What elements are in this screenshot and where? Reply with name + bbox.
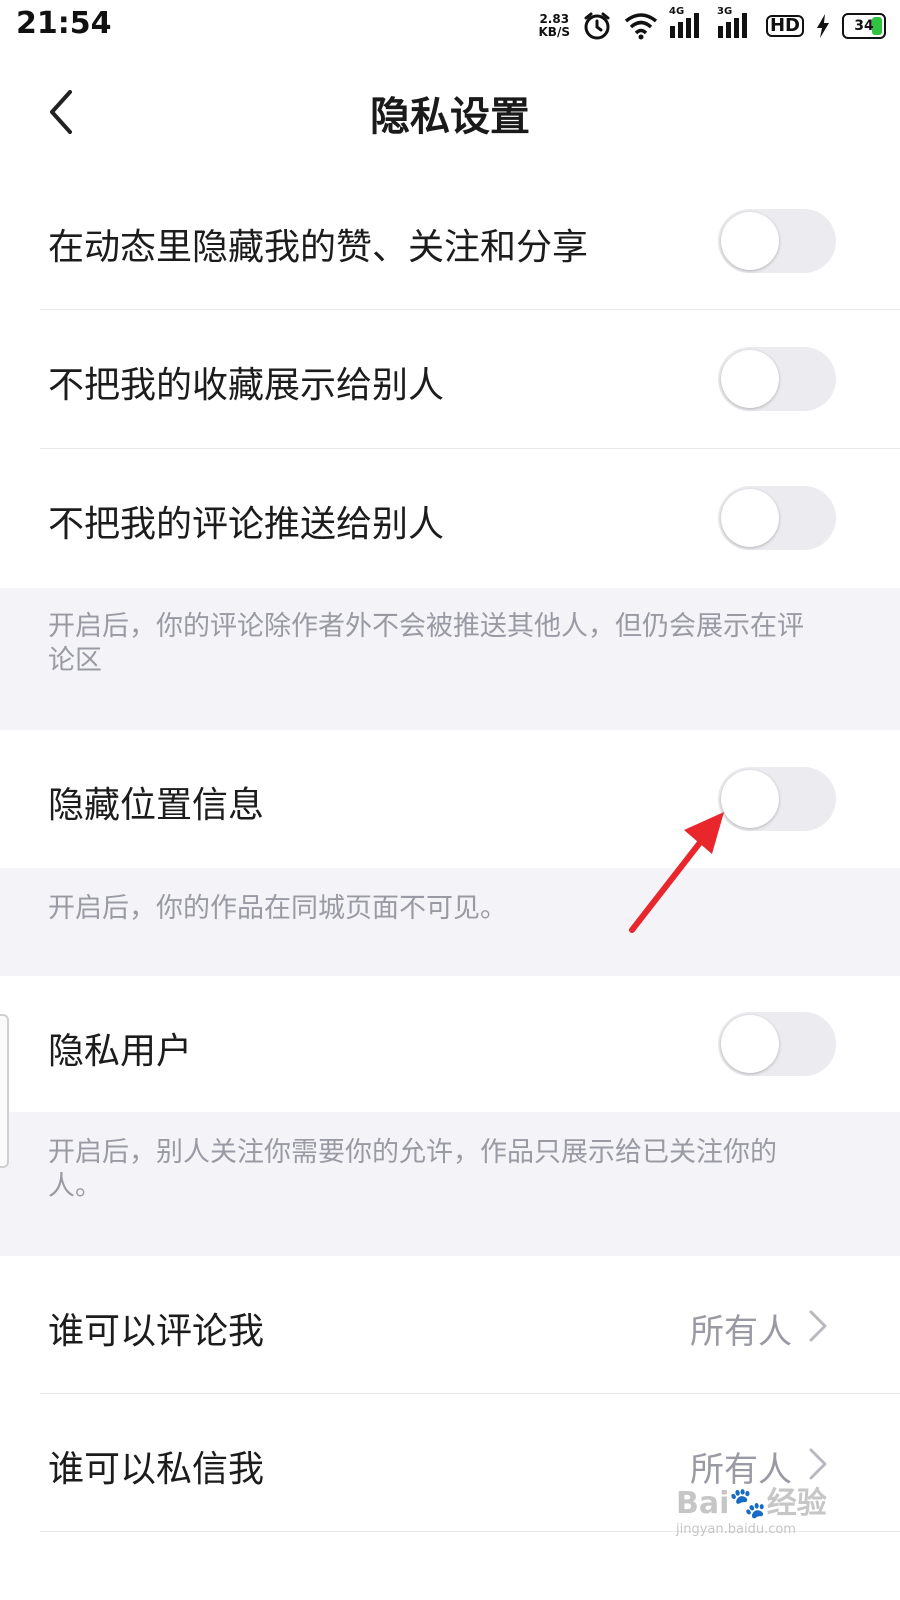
watermark-main: Bai🐾经验 <box>676 1486 827 1521</box>
status-bar: 21:54 2.83 KB/S 4G 3G HD 34 <box>0 0 900 54</box>
hide-activity-toggle[interactable] <box>718 209 836 273</box>
network-speed: 2.83 KB/S <box>539 13 570 39</box>
baidu-watermark: Bai🐾经验 jingyan.baidu.com <box>676 1478 846 1537</box>
status-icons: 2.83 KB/S 4G 3G HD 34 <box>539 6 886 44</box>
private-user-note-section: 开启后，别人关注你需要你的允许，作品只展示给已关注你的人。 <box>0 1112 900 1256</box>
hide-location-note: 开启后，你的作品在同城页面不可见。 <box>48 893 507 924</box>
alarm-icon <box>584 12 610 40</box>
network-type-4g: 4G <box>668 6 685 17</box>
setting-label: 隐藏位置信息 <box>48 785 265 826</box>
setting-label: 谁可以评论我 <box>48 1311 265 1352</box>
signal-4g: 4G <box>669 6 706 42</box>
signal-3g: 3G <box>717 6 754 42</box>
private-user-toggle[interactable] <box>718 1012 836 1076</box>
hide-location-toggle[interactable] <box>718 767 836 831</box>
setting-row-hide-activity: 在动态里隐藏我的赞、关注和分享 <box>0 172 900 310</box>
toggle-knob <box>721 1015 779 1073</box>
setting-row-private-user: 隐私用户 <box>0 976 900 1112</box>
setting-row-hide-favorites: 不把我的收藏展示给别人 <box>0 310 900 449</box>
page-title: 隐私设置 <box>370 94 530 140</box>
setting-label: 隐私用户 <box>48 1031 193 1072</box>
setting-label: 不把我的评论推送给别人 <box>48 504 445 545</box>
hide-favorites-toggle[interactable] <box>718 347 836 411</box>
setting-label: 在动态里隐藏我的赞、关注和分享 <box>48 227 589 268</box>
setting-row-hide-comments: 不把我的评论推送给别人 <box>0 449 900 588</box>
toggle-knob <box>721 489 779 547</box>
charging-icon <box>817 14 829 38</box>
setting-label: 不把我的收藏展示给别人 <box>48 365 445 406</box>
network-speed-unit: KB/S <box>538 25 570 39</box>
chevron-right-icon <box>809 1310 827 1342</box>
setting-row-hide-location: 隐藏位置信息 <box>0 730 900 868</box>
toggle-knob <box>721 350 779 408</box>
who-can-comment-value: 所有人 <box>690 1312 792 1352</box>
watermark-sub: jingyan.baidu.com <box>676 1522 796 1537</box>
hide-location-note-section: 开启后，你的作品在同城页面不可见。 <box>0 868 900 976</box>
battery-level: 34 <box>854 18 874 34</box>
wifi-icon <box>624 13 658 40</box>
chevron-right-icon <box>809 1448 827 1480</box>
private-user-note: 开启后，别人关注你需要你的允许，作品只展示给已关注你的人。 <box>48 1137 777 1202</box>
toggle-knob <box>721 770 779 828</box>
battery-icon: 34 <box>842 13 886 39</box>
hide-comments-note-section: 开启后，你的评论除作者外不会被推送其他人，但仍会展示在评论区 <box>0 588 900 730</box>
nav-bar: 隐私设置 <box>0 54 900 173</box>
setting-label: 谁可以私信我 <box>48 1449 265 1490</box>
hide-comments-note: 开启后，你的评论除作者外不会被推送其他人，但仍会展示在评论区 <box>48 611 804 676</box>
hide-comments-toggle[interactable] <box>718 486 836 550</box>
setting-row-who-can-comment[interactable]: 谁可以评论我 所有人 <box>0 1256 900 1394</box>
network-type-3g: 3G <box>716 6 733 17</box>
toggle-knob <box>721 212 779 270</box>
hd-voice-icon: HD <box>765 15 804 37</box>
edge-handle[interactable] <box>0 1014 9 1168</box>
status-time: 21:54 <box>16 6 112 41</box>
